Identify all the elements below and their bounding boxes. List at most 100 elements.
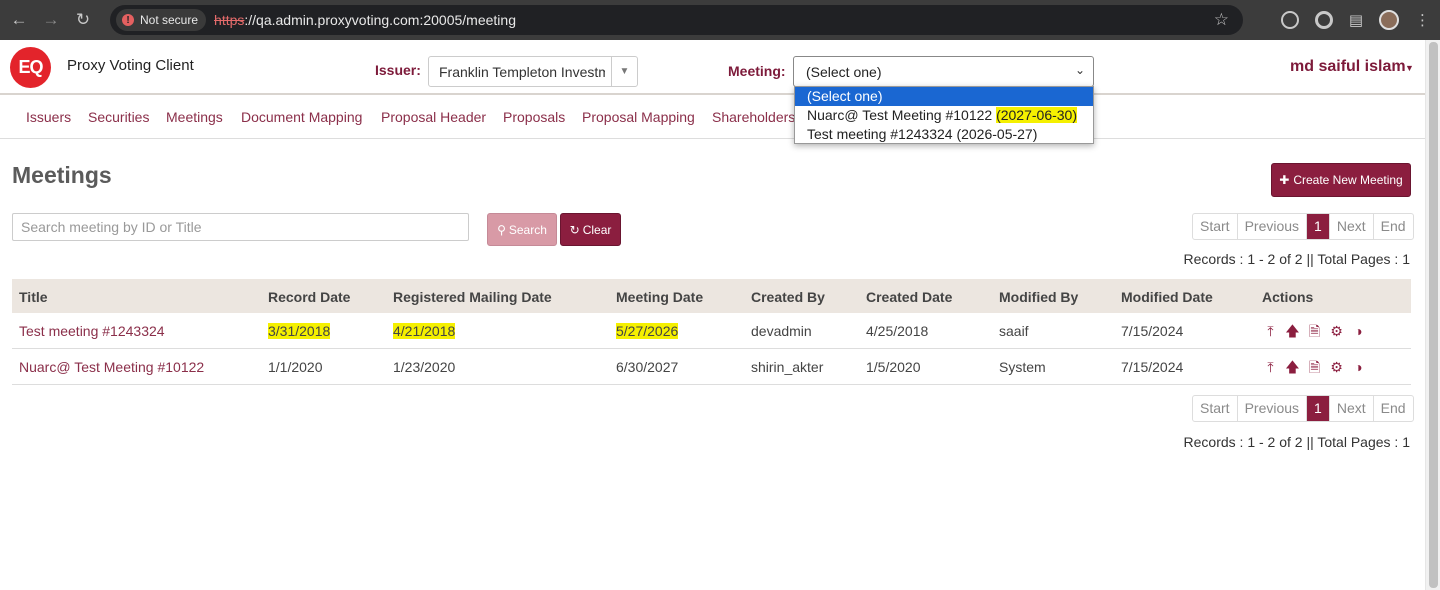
table-row: Nuarc@ Test Meeting #10122 1/1/2020 1/23…: [12, 349, 1411, 385]
pager-previous[interactable]: Previous: [1238, 214, 1308, 239]
caret-down-icon[interactable]: ▼: [1405, 63, 1414, 73]
meeting-select[interactable]: (Select one) ⌄: [793, 56, 1094, 87]
created-date: 1/5/2020: [866, 359, 921, 375]
chevron-down-icon: ⌄: [1074, 63, 1085, 77]
upload-icon[interactable]: ⤒: [1263, 360, 1278, 375]
nav-item-proposal-header[interactable]: Proposal Header: [381, 109, 486, 125]
record-date-value: 3/31/2018: [268, 323, 331, 339]
reload-icon[interactable]: ↻: [70, 7, 96, 33]
table-header: Title Record Date Registered Mailing Dat…: [12, 279, 1411, 313]
modified-date: 7/15/2024: [1121, 323, 1184, 339]
modified-by: System: [999, 359, 1046, 375]
dropdown-option[interactable]: Test meeting #1243324 (2026-05-27): [795, 125, 1093, 144]
pager-current[interactable]: 1: [1307, 396, 1330, 421]
modified-by: saaif: [999, 323, 1029, 339]
created-by: shirin_akter: [751, 359, 824, 375]
pager-next[interactable]: Next: [1330, 214, 1374, 239]
issuer-select[interactable]: Franklin Templeton Investments ▼: [428, 56, 638, 87]
search-input[interactable]: [12, 213, 469, 241]
pager-current[interactable]: 1: [1307, 214, 1330, 239]
forward-icon[interactable]: →: [38, 7, 64, 33]
menu-icon[interactable]: ⋮: [1415, 11, 1430, 29]
gear-icon[interactable]: ⚙: [1329, 324, 1344, 339]
avatar[interactable]: [1379, 10, 1399, 30]
create-button-label: Create New Meeting: [1293, 173, 1403, 187]
arrow-up-icon[interactable]: 🡅: [1285, 360, 1300, 375]
half-circle-icon[interactable]: ◑: [1351, 360, 1366, 375]
record-icon[interactable]: [1314, 11, 1333, 29]
page-title: Meetings: [12, 162, 112, 188]
pager-start[interactable]: Start: [1193, 396, 1238, 421]
security-chip[interactable]: ! Not secure: [116, 9, 207, 31]
modified-date: 7/15/2024: [1121, 359, 1184, 375]
dropdown-option[interactable]: Nuarc@ Test Meeting #10122 (2027-06-30): [795, 106, 1093, 125]
app-title: Proxy Voting Client: [67, 57, 194, 74]
search-icon: ⚲: [497, 222, 506, 237]
pager-end[interactable]: End: [1374, 396, 1413, 421]
row-actions: ⤒ 🡅 🗎 ⚙ ◑: [1263, 324, 1366, 339]
half-circle-icon[interactable]: ◑: [1351, 324, 1366, 339]
pager-previous[interactable]: Previous: [1238, 396, 1308, 421]
logo[interactable]: EQ: [10, 47, 51, 88]
extension-icon[interactable]: [1280, 11, 1299, 29]
col-modified-date: Modified Date: [1121, 289, 1213, 305]
nav-item-proposal-mapping[interactable]: Proposal Mapping: [582, 109, 695, 125]
main-nav: Issuers Securities Meetings Document Map…: [0, 96, 1425, 139]
bookmark-star-icon[interactable]: ☆: [1214, 10, 1229, 30]
puzzle-icon[interactable]: ▤: [1349, 11, 1363, 29]
record-date: 1/1/2020: [268, 359, 323, 375]
back-icon[interactable]: ←: [6, 7, 32, 33]
issuer-value: Franklin Templeton Investments: [439, 64, 605, 80]
create-meeting-button[interactable]: ✚ Create New Meeting: [1271, 163, 1411, 197]
meetings-table: Title Record Date Registered Mailing Dat…: [12, 279, 1411, 385]
nav-item-meetings[interactable]: Meetings: [166, 109, 223, 125]
col-meeting-date: Meeting Date: [616, 289, 704, 305]
col-mailing-date: Registered Mailing Date: [393, 289, 552, 305]
meeting-title-link[interactable]: Nuarc@ Test Meeting #10122: [19, 359, 204, 375]
scrollbar-thumb[interactable]: [1429, 42, 1438, 588]
meeting-date-value: 5/27/2026: [616, 323, 679, 339]
record-date: 3/31/2018: [268, 323, 331, 339]
nav-item-issuers[interactable]: Issuers: [26, 109, 71, 125]
pager-start[interactable]: Start: [1193, 214, 1238, 239]
meeting-dropdown-list: (Select one) Nuarc@ Test Meeting #10122 …: [794, 86, 1094, 144]
warning-icon: !: [122, 14, 134, 26]
caret-down-icon[interactable]: ▼: [611, 57, 637, 86]
clear-button[interactable]: ↻ Clear: [560, 213, 621, 246]
meeting-date: 5/27/2026: [616, 323, 679, 339]
page-scrollbar[interactable]: [1425, 40, 1440, 590]
option-date: (2027-06-30): [996, 107, 1077, 123]
nav-item-shareholders[interactable]: Shareholders: [712, 109, 795, 125]
address-bar[interactable]: ! Not secure https://qa.admin.proxyvotin…: [110, 5, 1243, 35]
user-menu[interactable]: md saiful islam: [1290, 58, 1406, 76]
upload-icon[interactable]: ⤒: [1263, 324, 1278, 339]
meeting-date: 6/30/2027: [616, 359, 679, 375]
security-label: Not secure: [140, 13, 199, 27]
meeting-value: (Select one): [806, 64, 882, 80]
nav-item-document-mapping[interactable]: Document Mapping: [241, 109, 362, 125]
col-title: Title: [19, 289, 48, 305]
nav-item-proposals[interactable]: Proposals: [503, 109, 565, 125]
col-modified-by: Modified By: [999, 289, 1079, 305]
pager-next[interactable]: Next: [1330, 396, 1374, 421]
pager-end[interactable]: End: [1374, 214, 1413, 239]
gear-icon[interactable]: ⚙: [1329, 360, 1344, 375]
document-icon[interactable]: 🗎: [1307, 324, 1322, 339]
col-record-date: Record Date: [268, 289, 351, 305]
app-header: EQ Proxy Voting Client Issuer: Franklin …: [0, 40, 1425, 95]
row-actions: ⤒ 🡅 🗎 ⚙ ◑: [1263, 360, 1366, 375]
browser-toolbar: ← → ↻ ! Not secure https://qa.admin.prox…: [0, 0, 1440, 40]
dropdown-option[interactable]: (Select one): [795, 87, 1093, 106]
document-icon[interactable]: 🗎: [1307, 360, 1322, 375]
mailing-date: 1/23/2020: [393, 359, 456, 375]
records-summary: Records : 1 - 2 of 2 || Total Pages : 1: [1183, 434, 1410, 450]
created-by: devadmin: [751, 323, 812, 339]
arrow-up-icon[interactable]: 🡅: [1285, 324, 1300, 339]
nav-item-securities[interactable]: Securities: [88, 109, 149, 125]
meeting-title-link[interactable]: Test meeting #1243324: [19, 323, 165, 339]
mailing-date-value: 4/21/2018: [393, 323, 456, 339]
url-rest: ://qa.admin.proxyvoting.com:20005/meetin…: [244, 12, 516, 28]
url-text[interactable]: https://qa.admin.proxyvoting.com:20005/m…: [214, 12, 516, 28]
search-button[interactable]: ⚲ Search: [487, 213, 557, 246]
table-row: Test meeting #1243324 3/31/2018 4/21/201…: [12, 313, 1411, 349]
